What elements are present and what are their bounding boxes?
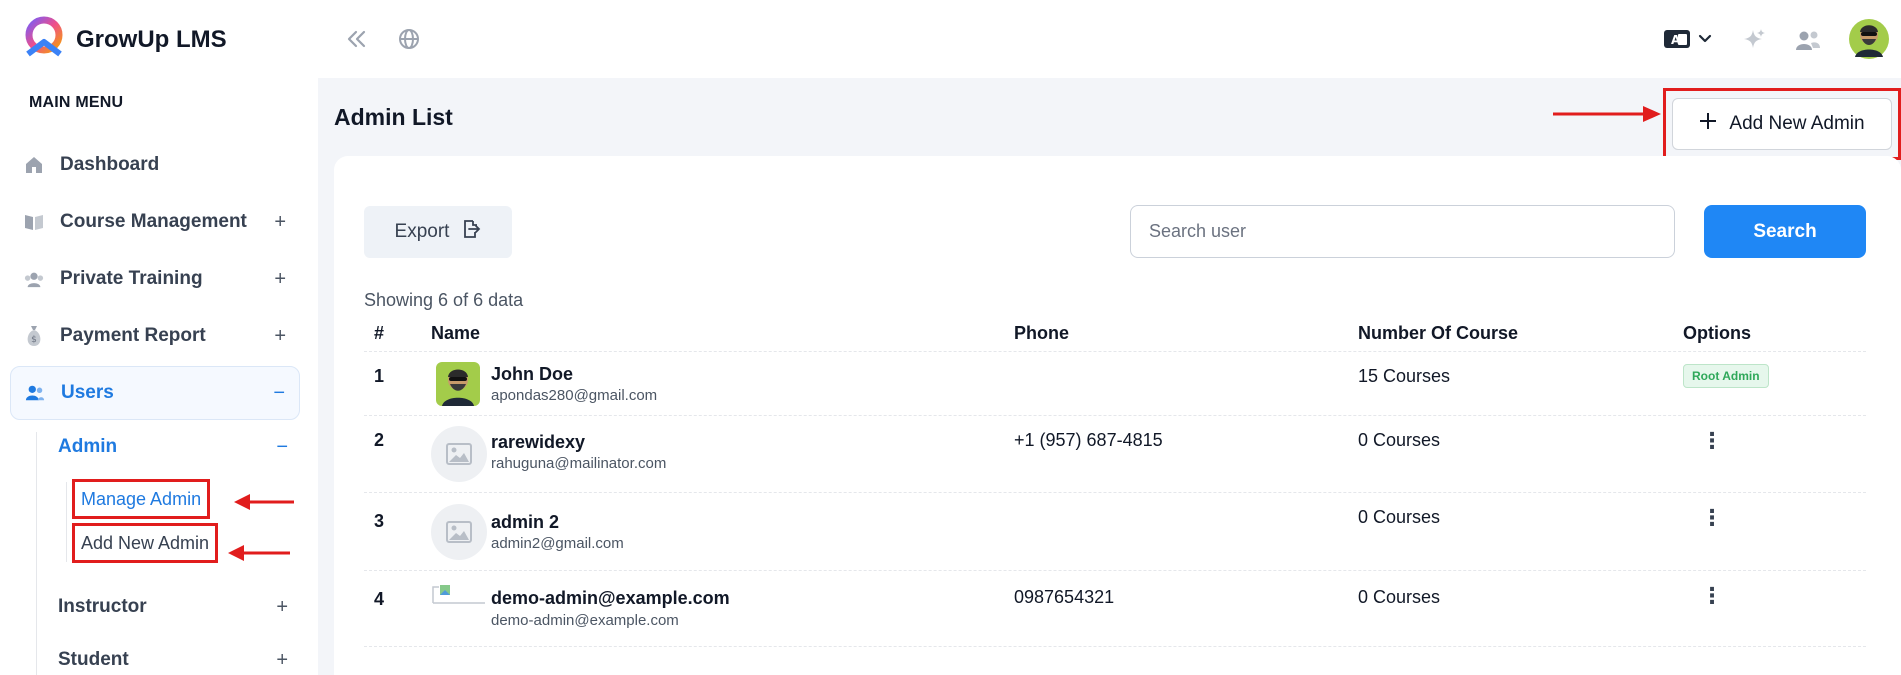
sidebar-item-payment-report[interactable]: $ Payment Report + bbox=[10, 309, 300, 363]
search-input[interactable] bbox=[1130, 205, 1675, 258]
sidebar-link-manage-admin[interactable]: Manage Admin bbox=[72, 479, 211, 519]
expand-toggle[interactable]: + bbox=[276, 649, 288, 672]
expand-toggle[interactable]: + bbox=[276, 596, 288, 619]
svg-text:$: $ bbox=[31, 335, 37, 345]
sidebar-item-label: Users bbox=[61, 382, 114, 403]
sidebar-item-users[interactable]: Users − bbox=[10, 366, 300, 420]
export-label: Export bbox=[394, 221, 450, 242]
table-row[interactable]: 4 demo-admin@example.com demo-admin@exam… bbox=[364, 571, 1866, 647]
home-icon bbox=[24, 155, 44, 175]
sidebar-item-label: Payment Report bbox=[60, 325, 206, 346]
annotation-arrow bbox=[1553, 106, 1661, 122]
main-menu-heading: MAIN MENU bbox=[29, 94, 124, 111]
sparkle-icon[interactable] bbox=[1740, 26, 1768, 54]
annotation-arrow bbox=[228, 545, 290, 561]
add-new-admin-button[interactable]: Add New Admin bbox=[1672, 98, 1892, 150]
expand-toggle[interactable]: + bbox=[274, 268, 286, 291]
column-header: Options bbox=[1683, 323, 1751, 343]
annotation-arrow bbox=[234, 494, 294, 510]
sidebar-subitem-admin[interactable]: Admin − bbox=[58, 433, 298, 461]
table-header: # Name Phone Number Of Course Options bbox=[364, 314, 1866, 352]
showing-count: Showing 6 of 6 data bbox=[364, 290, 524, 310]
table-row[interactable]: 3 admin 2 admin2@gmail.com 0 Courses ⋮ bbox=[364, 493, 1866, 571]
user-email: rahuguna@mailinator.com bbox=[491, 455, 667, 472]
course-count: 0 Courses bbox=[1358, 507, 1441, 527]
language-icon[interactable]: A bbox=[1662, 26, 1714, 52]
submenu-divider bbox=[66, 482, 67, 562]
sidebar-subitem-label: Student bbox=[58, 649, 129, 670]
column-header: Number Of Course bbox=[1358, 323, 1519, 343]
export-button[interactable]: Export bbox=[364, 206, 512, 258]
admin-list-card: Export Search Showing 6 of 6 data # Name… bbox=[334, 156, 1901, 675]
user-phone: +1 (957) 687-4815 bbox=[1014, 430, 1163, 450]
growup-logo-icon bbox=[22, 16, 66, 63]
export-icon bbox=[461, 219, 481, 245]
course-count: 0 Courses bbox=[1358, 587, 1441, 607]
sidebar-item-label: Private Training bbox=[60, 268, 203, 289]
course-count: 0 Courses bbox=[1358, 430, 1441, 450]
training-icon bbox=[24, 269, 44, 289]
search-button[interactable]: Search bbox=[1704, 205, 1866, 258]
add-new-admin-label: Add New Admin bbox=[1729, 113, 1865, 134]
expand-toggle[interactable]: + bbox=[274, 211, 286, 234]
row-number: 3 bbox=[374, 511, 385, 531]
sidebar-subitem-instructor[interactable]: Instructor + bbox=[58, 593, 298, 621]
sidebar-item-course-management[interactable]: Course Management + bbox=[10, 195, 300, 249]
submenu-divider bbox=[36, 432, 37, 675]
course-count: 15 Courses bbox=[1358, 366, 1451, 386]
sidebar: GrowUp LMS MAIN MENU Dashboard Course Ma… bbox=[0, 0, 318, 675]
collapse-icon[interactable] bbox=[342, 24, 372, 54]
table-row[interactable]: 2 rarewidexy rahuguna@mailinator.com +1 … bbox=[364, 416, 1866, 493]
sidebar-link-add-new-admin[interactable]: Add New Admin bbox=[72, 523, 219, 563]
broken-image-icon bbox=[431, 583, 487, 605]
more-options-icon[interactable]: ⋮ bbox=[1701, 585, 1723, 607]
row-number: 2 bbox=[374, 430, 385, 450]
avatar bbox=[436, 362, 480, 406]
book-icon bbox=[24, 212, 44, 232]
column-header: Phone bbox=[1014, 323, 1070, 343]
root-admin-badge: Root Admin bbox=[1683, 364, 1769, 388]
plus-icon bbox=[1699, 112, 1717, 136]
money-bag-icon: $ bbox=[24, 326, 44, 346]
collapse-toggle[interactable]: − bbox=[273, 382, 285, 405]
user-name: John Doe bbox=[491, 364, 574, 384]
main-content: Admin List Add New Admin Export Search S… bbox=[318, 78, 1901, 675]
admin-table: # Name Phone Number Of Course Options 1 … bbox=[364, 314, 1866, 647]
sidebar-item-dashboard[interactable]: Dashboard bbox=[10, 138, 300, 192]
user-phone: 0987654321 bbox=[1014, 587, 1115, 607]
sidebar-subitem-student[interactable]: Student + bbox=[58, 646, 298, 674]
row-number: 1 bbox=[374, 366, 385, 386]
user-email: demo-admin@example.com bbox=[491, 612, 679, 629]
globe-icon[interactable] bbox=[394, 24, 424, 54]
column-header: Name bbox=[431, 323, 481, 343]
topbar: A bbox=[318, 0, 1901, 78]
more-options-icon[interactable]: ⋮ bbox=[1701, 507, 1723, 529]
column-header: # bbox=[374, 323, 385, 343]
brand-name: GrowUp LMS bbox=[76, 25, 227, 53]
users-switch-icon[interactable] bbox=[1794, 26, 1822, 54]
collapse-toggle[interactable]: − bbox=[276, 436, 288, 459]
sidebar-subitem-label: Instructor bbox=[58, 596, 147, 617]
brand[interactable]: GrowUp LMS bbox=[22, 16, 227, 63]
user-name: admin 2 bbox=[491, 512, 560, 532]
sidebar-subitem-label: Admin bbox=[58, 436, 118, 457]
add-admin-highlight: Add New Admin bbox=[1663, 88, 1901, 160]
image-placeholder-icon bbox=[431, 504, 487, 560]
sidebar-item-label: Course Management bbox=[60, 211, 247, 232]
sidebar-item-label: Dashboard bbox=[60, 154, 160, 175]
page-title: Admin List bbox=[334, 104, 453, 130]
user-name: demo-admin@example.com bbox=[491, 588, 730, 608]
user-email: admin2@gmail.com bbox=[491, 535, 624, 552]
users-icon bbox=[25, 383, 45, 403]
avatar[interactable] bbox=[1849, 19, 1889, 59]
table-row[interactable]: 1 John Doe apondas280@gmail.com 15 Cours… bbox=[364, 352, 1866, 416]
image-placeholder-icon bbox=[431, 426, 487, 482]
user-email: apondas280@gmail.com bbox=[491, 387, 658, 404]
row-number: 4 bbox=[374, 589, 385, 609]
more-options-icon[interactable]: ⋮ bbox=[1701, 430, 1723, 452]
sidebar-item-private-training[interactable]: Private Training + bbox=[10, 252, 300, 306]
expand-toggle[interactable]: + bbox=[274, 325, 286, 348]
user-name: rarewidexy bbox=[491, 432, 586, 452]
